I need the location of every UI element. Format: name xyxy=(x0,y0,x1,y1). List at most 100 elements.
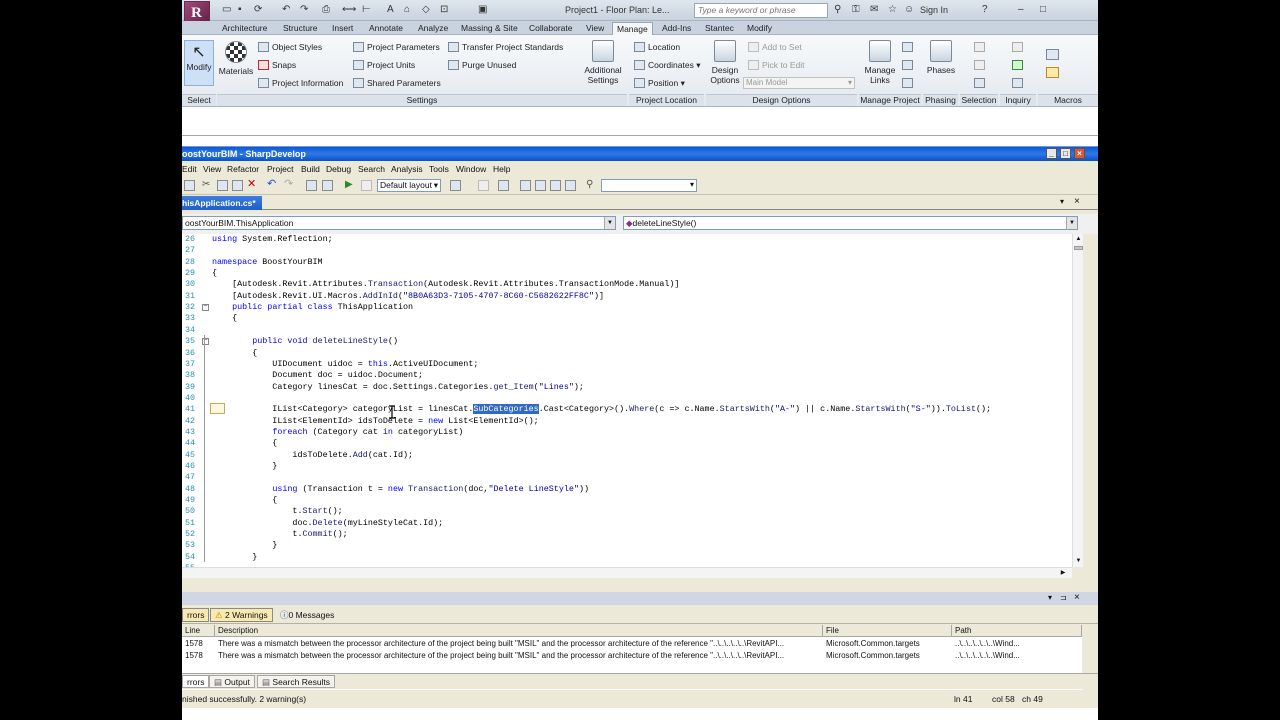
edit-marker-icon[interactable] xyxy=(210,403,225,414)
pad-tab-output[interactable]: ▤ Output xyxy=(209,675,255,688)
code-line[interactable]: using System.Reflection; xyxy=(212,234,333,245)
add-to-set-button[interactable]: Add to Set xyxy=(748,42,802,52)
column-header-file[interactable]: File xyxy=(823,625,952,637)
menu-search[interactable]: Search xyxy=(358,162,385,176)
code-line[interactable]: } xyxy=(212,552,257,563)
undo-icon[interactable]: ↶ xyxy=(267,179,278,191)
code-line[interactable]: using (Transaction t = new Transaction(d… xyxy=(212,484,589,495)
next-bookmark-icon[interactable] xyxy=(550,180,561,191)
menu-view[interactable]: View xyxy=(203,162,221,176)
tab-modify[interactable]: Modify xyxy=(743,22,776,35)
dimension-icon[interactable]: ⊢ xyxy=(362,4,371,17)
text-icon[interactable]: A xyxy=(387,4,394,17)
stop-icon[interactable] xyxy=(361,180,372,191)
code-editor[interactable]: 26 using System.Reflection; 27 28 namespace … xyxy=(182,234,1072,567)
tab-collaborate[interactable]: Collaborate xyxy=(525,22,576,35)
object-styles-button[interactable]: Object Styles xyxy=(258,42,322,52)
code-line[interactable]: namespace BoostYourBIM xyxy=(212,257,323,268)
switch-windows-icon[interactable]: ▣ xyxy=(478,4,487,17)
code-line[interactable]: public partial class ThisApplication xyxy=(212,302,413,313)
review-icon[interactable] xyxy=(1012,78,1023,88)
code-line[interactable]: { xyxy=(212,495,277,506)
sd-minimize-button[interactable]: _ xyxy=(1046,148,1057,159)
class-select[interactable]: oostYourBIM.ThisApplication ▼ xyxy=(182,216,616,230)
menu-analysis[interactable]: Analysis xyxy=(391,162,423,176)
code-line[interactable]: { xyxy=(212,313,237,324)
tab-massing-site[interactable]: Massing & Site xyxy=(457,22,522,35)
select-by-id-icon[interactable] xyxy=(974,42,985,52)
code-line[interactable]: doc.Delete(myLineStyleCat.Id); xyxy=(212,518,443,529)
code-line[interactable]: { xyxy=(212,438,277,449)
starting-view-icon[interactable] xyxy=(902,42,913,52)
menu-build[interactable]: Build xyxy=(301,162,320,176)
sync-icon[interactable]: ⟳ xyxy=(254,4,262,17)
code-line[interactable]: } xyxy=(212,540,277,551)
paste-icon[interactable] xyxy=(232,180,243,191)
error-row-2-path[interactable]: ..\..\..\..\..\..\Wind... xyxy=(952,650,1082,662)
error-row-1-file[interactable]: Microsoft.Common.targets xyxy=(823,638,952,650)
project-parameters-button[interactable]: Project Parameters xyxy=(353,42,440,52)
snaps-button[interactable]: Snaps xyxy=(258,60,296,70)
tab-annotate[interactable]: Annotate xyxy=(365,22,407,35)
quick-find-input[interactable]: ▾ xyxy=(601,179,697,192)
scroll-thumb[interactable] xyxy=(1074,246,1083,250)
purge-unused-button[interactable]: Purge Unused xyxy=(448,60,516,70)
code-line[interactable]: } xyxy=(212,461,277,472)
scroll-down-icon[interactable]: ▼ xyxy=(1074,558,1083,565)
modify-button[interactable]: ↖ Modify xyxy=(184,40,214,86)
code-line[interactable]: idsToDelete.Add(cat.Id); xyxy=(212,450,413,461)
redo-icon[interactable]: ↷ xyxy=(300,4,308,17)
tab-analyze[interactable]: Analyze xyxy=(414,22,452,35)
code-line[interactable]: Document doc = uidoc.Document; xyxy=(212,370,423,381)
shared-parameters-button[interactable]: Shared Parameters xyxy=(353,78,441,88)
menu-help[interactable]: Help xyxy=(493,162,510,176)
errors-filter-button[interactable]: rrors xyxy=(182,608,210,622)
find-icon[interactable]: ⚲ xyxy=(586,180,597,191)
error-row-1-line[interactable]: 1578 xyxy=(182,638,215,650)
delete-icon[interactable]: ✕ xyxy=(247,179,258,191)
editor-vertical-scrollbar[interactable]: ▲ ▼ xyxy=(1072,234,1083,567)
menu-debug[interactable]: Debug xyxy=(326,162,351,176)
revit-maximize-button[interactable]: □ xyxy=(1040,4,1046,15)
editor-horizontal-scrollbar[interactable]: ▶ xyxy=(182,567,1072,578)
load-selection-icon[interactable] xyxy=(974,60,985,70)
project-information-button[interactable]: Project Information xyxy=(258,78,343,88)
code-line[interactable]: IList<ElementId> idsToDelete = new List<… xyxy=(212,416,538,427)
code-line[interactable]: [Autodesk.Revit.Attributes.Transaction(A… xyxy=(212,279,679,290)
scroll-right-icon[interactable]: ▶ xyxy=(1058,569,1068,578)
subscription-icon[interactable]: ⚿ xyxy=(852,4,860,15)
scroll-up-icon[interactable]: ▲ xyxy=(1074,236,1083,243)
project-units-button[interactable]: Project Units xyxy=(353,60,415,70)
code-line[interactable]: { xyxy=(212,268,217,279)
ids-of-selection-icon[interactable] xyxy=(1012,42,1023,52)
new-file-icon[interactable] xyxy=(184,180,195,191)
error-row-1-description[interactable]: There was a mismatch between the process… xyxy=(215,638,823,650)
transfer-project-standards-button[interactable]: Transfer Project Standards xyxy=(448,42,563,52)
menu-edit[interactable]: Edit xyxy=(182,162,197,176)
code-line[interactable]: public void deleteLineStyle() xyxy=(212,336,398,347)
menu-refactor[interactable]: Refactor xyxy=(227,162,259,176)
navigate-back-icon[interactable] xyxy=(450,180,461,191)
cut-icon[interactable]: ✂ xyxy=(202,180,213,191)
code-line[interactable]: Category linesCat = doc.Settings.Categor… xyxy=(212,382,584,393)
tab-list-icon[interactable]: ▾ xyxy=(1060,197,1064,206)
edit-selection-icon[interactable] xyxy=(974,78,985,88)
macro-manager-icon[interactable] xyxy=(1046,49,1059,60)
measure-icon[interactable]: ⟷ xyxy=(342,4,356,17)
pick-to-edit-button[interactable]: Pick to Edit xyxy=(748,60,805,70)
redo-icon[interactable]: ↷ xyxy=(284,179,295,191)
position-button[interactable]: Position ▾ xyxy=(634,78,685,89)
column-header-description[interactable]: Description xyxy=(215,625,823,637)
fold-toggle-icon[interactable]: − xyxy=(202,304,209,312)
menu-project[interactable]: Project xyxy=(267,162,293,176)
tab-architecture[interactable]: Architecture xyxy=(218,22,271,35)
comment-icon[interactable] xyxy=(498,180,509,191)
tab-manage[interactable]: Manage xyxy=(612,22,653,35)
print-icon[interactable]: ⎙ xyxy=(322,4,330,17)
macro-security-icon[interactable] xyxy=(1046,67,1059,78)
coordinates-button[interactable]: Coordinates ▾ xyxy=(634,60,700,71)
menu-window[interactable]: Window xyxy=(456,162,486,176)
tab-view[interactable]: View xyxy=(582,22,608,35)
build-icon[interactable] xyxy=(306,180,317,191)
tab-add-ins[interactable]: Add-Ins xyxy=(658,22,695,35)
